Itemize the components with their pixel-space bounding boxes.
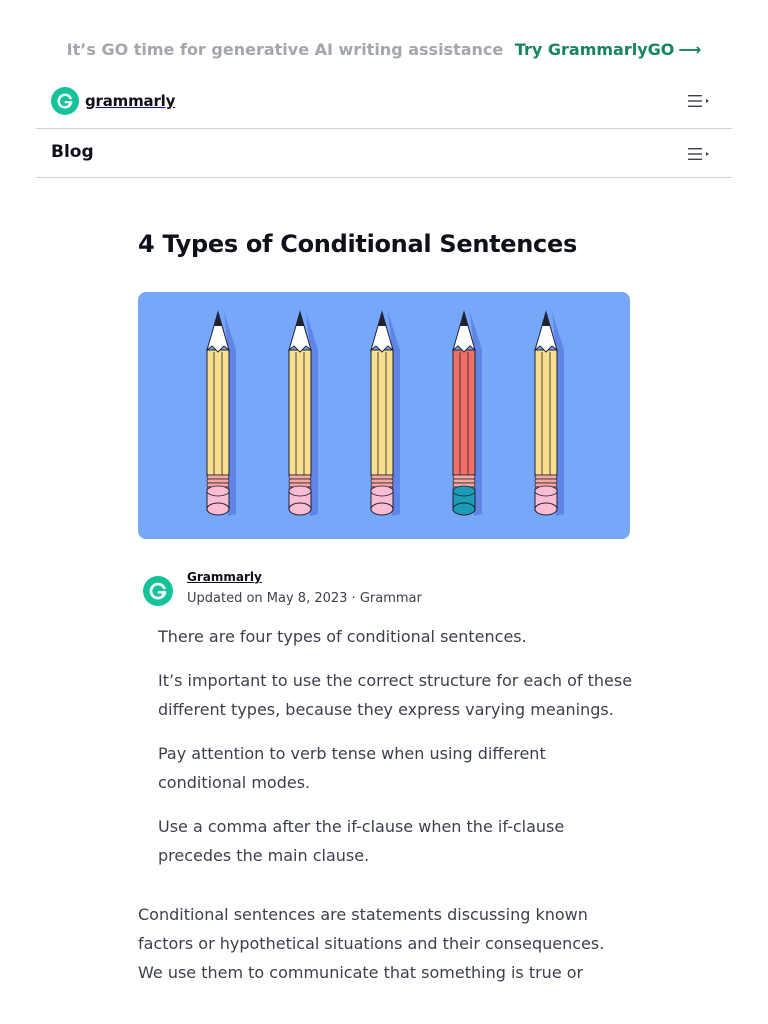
author-name-link[interactable]: Grammarly [187,570,262,584]
hero-image [138,292,630,539]
takeaway-item: It’s important to use the correct struct… [158,671,633,719]
grammarly-logo[interactable]: grammarly [51,87,175,115]
author-byline: Grammarly Updated on May 8, 2023 · Gramm… [142,566,622,610]
promo-text: It’s GO time for generative AI writing a… [66,40,504,59]
grammarly-g-icon [149,582,167,600]
promo-link-label: Try GrammarlyGO [514,40,675,59]
top-navigation: grammarly [36,80,732,129]
promo-banner: It’s GO time for generative AI writing a… [0,40,768,59]
takeaway-item: There are four types of conditional sent… [158,627,527,646]
pencil-4 [452,310,482,516]
menu-icon [688,148,709,160]
pencil-3 [370,310,400,516]
update-date-category: Updated on May 8, 2023 · Grammar [187,591,422,606]
arrow-right-icon: ⟶ [678,40,702,59]
key-takeaways: There are four types of conditional sent… [158,622,638,885]
takeaway-item: Pay attention to verb tense when using d… [158,744,546,792]
pencil-1 [206,310,236,516]
menu-icon [688,95,709,107]
pencil-2 [288,310,318,516]
article-intro: Conditional sentences are statements dis… [138,905,605,982]
logo-wordmark: grammarly [85,92,176,110]
article-title: 4 Types of Conditional Sentences [138,230,577,258]
blog-menu-button[interactable] [688,147,710,161]
pencils-illustration [206,310,564,516]
blog-home-link[interactable]: Blog [51,142,94,162]
author-avatar [143,576,173,606]
takeaway-item: Use a comma after the if-clause when the… [158,817,565,865]
pencil-5 [534,310,564,516]
blog-navigation: Blog [36,129,732,178]
main-menu-button[interactable] [688,94,710,108]
try-grammarlygo-link[interactable]: Try GrammarlyGO ⟶ [515,40,701,59]
grammarly-g-icon [51,87,79,115]
